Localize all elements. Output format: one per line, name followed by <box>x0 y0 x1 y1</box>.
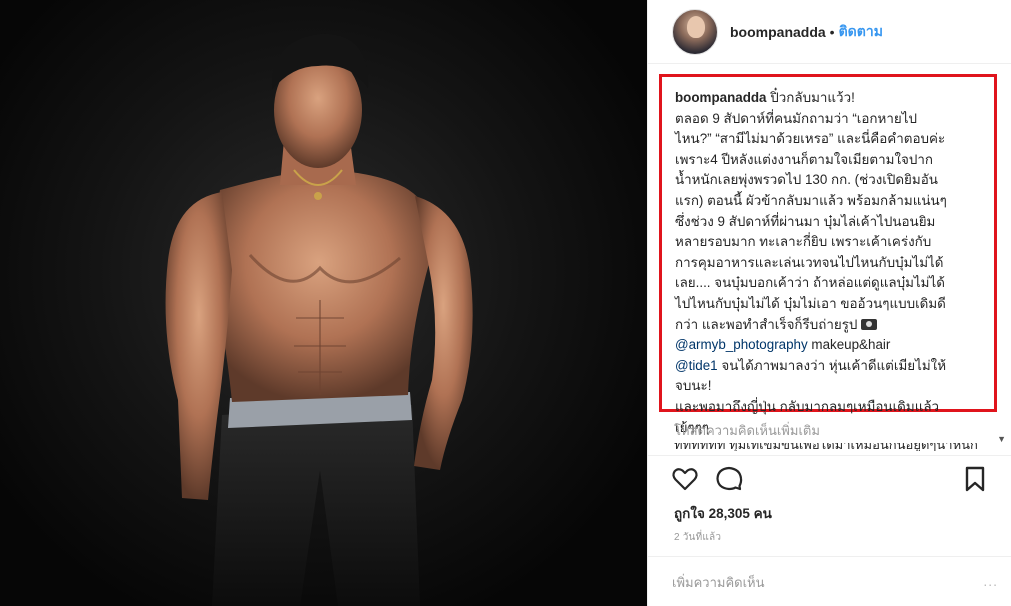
post-timestamp[interactable]: 2 วันที่แล้ว <box>674 530 721 545</box>
follow-button[interactable]: ติดตาม <box>839 21 883 43</box>
partial-comment: ทททททท ทุ่มเทเข้มข้นเพื่อได้มาเหมือนกันอ… <box>674 443 999 451</box>
heart-outline-icon[interactable] <box>670 464 700 494</box>
caption-line: ไปไหนกับบุ๋มไม่ได้ บุ๋มไม่เอา ขออ้วนๆแบบ… <box>675 295 946 311</box>
caption-line: ตลอด 9 สัปดาห์ที่คนมักถามว่า “เอกหายไป <box>675 110 917 126</box>
caption-line: แรก) ตอนนี้ ผัวข้ากลับมาแล้ว พร้อมกล้ามแ… <box>675 192 947 208</box>
post-actions-bar <box>648 455 1011 501</box>
caption-line: กว่า และพอทำสำเร็จก็รีบถ่ายรูป <box>675 316 858 332</box>
caption-line: หลายรอบมาก ทะเลาะกี่ยิบ เพราะเค้าเคร่งกั… <box>675 234 932 250</box>
speech-bubble-icon[interactable] <box>714 464 744 494</box>
caption-username[interactable]: boompanadda <box>675 90 767 105</box>
post-header: boompanadda • ติดตาม <box>648 0 1011 64</box>
mention-link[interactable]: @tide1 <box>675 358 718 373</box>
caption-line: การคุมอาหารและเล่นเวทจนไปไหนกับบุ๋มไม่ได… <box>675 254 944 270</box>
avatar[interactable] <box>672 8 718 55</box>
partial-comment-text: ทททททท ทุ่มเทเข้มข้นเพื่อได้มาเหมือนกันอ… <box>674 443 978 451</box>
add-comment-input[interactable] <box>672 571 972 593</box>
caption-line: เพราะ4 ปีหลังแต่งงานก็ตามใจเมียตามใจปาก <box>675 151 933 167</box>
caption-line: makeup&hair <box>807 337 891 353</box>
caption-text: boompanadda ปิ๋วกลับมาแว้ว! ตลอด 9 สัปดา… <box>675 88 982 438</box>
caption-line: ปิ๋วกลับมาแว้ว! <box>766 90 855 105</box>
more-options-icon[interactable]: ... <box>983 573 998 589</box>
camera-icon <box>861 318 878 330</box>
bookmark-icon[interactable] <box>960 464 990 494</box>
caption-highlight-box: boompanadda ปิ๋วกลับมาแว้ว! ตลอด 9 สัปดา… <box>659 74 997 435</box>
mention-link[interactable]: @armyb_photography <box>675 337 808 352</box>
caption-line: น้ำหนักเลยพุ่งพรวดไป 130 กก. (ช่วงเปิดยิ… <box>675 172 938 188</box>
caption-line: ไหน?” “สามีไม่มาด้วยเหรอ” และนี่คือคำตอบ… <box>675 131 946 147</box>
add-comment-bar: ... <box>648 556 1011 606</box>
caption-line: จนได้ภาพมาลงว่า หุ่นเค้าดีแต่เมียไม่ให้ <box>717 357 947 373</box>
caption-line: จบนะ! <box>675 378 712 394</box>
header-separator: • <box>829 23 835 40</box>
load-more-comments-link[interactable]: โหลดความคิดเห็นเพิ่มเติม <box>674 420 820 441</box>
post-photo[interactable] <box>0 0 647 606</box>
caption-line: เลย.... จนบุ๋มบอกเค้าว่า ถ้าหล่อแต่ดูแลบ… <box>675 275 945 291</box>
post-username[interactable]: boompanadda <box>730 24 826 40</box>
caption-line: ซึ่งช่วง 9 สัปดาห์ที่ผ่านมา บุ๋มไล่เค้าไ… <box>675 213 936 229</box>
post-photo-figure <box>165 33 473 606</box>
caption-line: และพอมาถึงญี่ปุ่น กลับมากลมๆเหมือนเดิมแล… <box>675 398 940 414</box>
like-count[interactable]: ถูกใจ 28,305 คน <box>674 502 772 524</box>
post-side-panel: boompanadda • ติดตาม boompanadda ปิ๋วกลั… <box>647 0 1011 606</box>
